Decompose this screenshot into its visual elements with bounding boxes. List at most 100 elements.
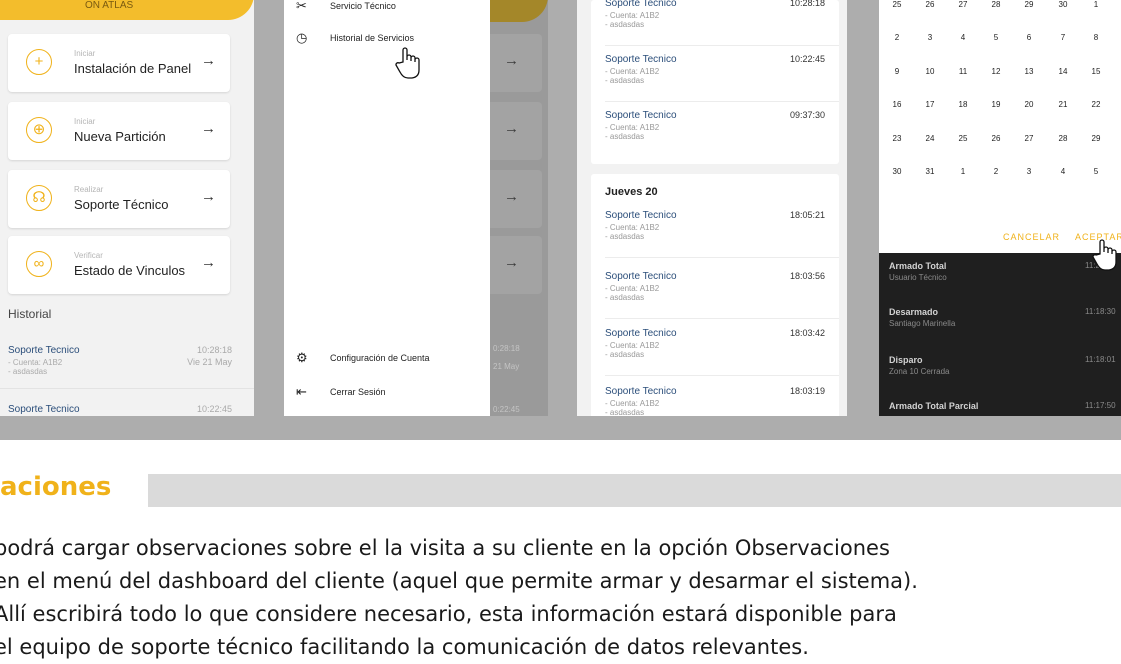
service-details: - Cuenta: A1B2- asdasdas xyxy=(605,11,660,29)
calendar-day[interactable]: 13 xyxy=(1019,67,1039,76)
service-row[interactable]: Soporte Tecnico - Cuenta: A1B2- asdasdas… xyxy=(591,210,839,258)
service-time: 10:28:18 xyxy=(789,0,825,8)
service-title: Soporte Tecnico xyxy=(605,0,677,9)
calendar-day[interactable]: 28 xyxy=(1053,134,1073,143)
service-title: Soporte Tecnico xyxy=(605,54,677,65)
event-row[interactable]: Disparo Zona 10 Cerrada 11:18:01 xyxy=(879,350,1121,390)
tools-icon: ✂ xyxy=(296,0,307,13)
calendar-day[interactable]: 30 xyxy=(1053,0,1073,9)
calendar-day[interactable]: 21 xyxy=(1053,100,1073,109)
calendar-day[interactable]: 17 xyxy=(920,100,940,109)
calendar-day[interactable]: 26 xyxy=(920,0,940,9)
hand-cursor-icon xyxy=(1092,239,1117,271)
calendar-day[interactable]: 26 xyxy=(986,134,1006,143)
calendar-day[interactable]: 15 xyxy=(1086,67,1106,76)
calendar-day[interactable]: 24 xyxy=(920,134,940,143)
calendar-day[interactable]: 14 xyxy=(1053,67,1073,76)
logout-icon: ⇤ xyxy=(296,384,307,399)
service-row[interactable]: Soporte Tecnico - Cuenta: A1B2- asdasdas… xyxy=(591,54,839,102)
calendar-day[interactable]: 19 xyxy=(986,100,1006,109)
calendar-day[interactable]: 27 xyxy=(953,0,973,9)
card-action: Iniciar xyxy=(74,49,96,58)
card-action: Iniciar xyxy=(74,117,96,126)
event-row[interactable]: Armado Total Usuario Técnico 11:20:27 xyxy=(879,256,1121,296)
service-row[interactable]: Soporte Tecnico - Cuenta: A1B2- asdasdas… xyxy=(591,386,839,416)
calendar-day[interactable]: 10 xyxy=(920,67,940,76)
history-row[interactable]: Soporte Tecnico - Cuenta: A1B2- asdasdas… xyxy=(0,339,254,389)
event-row[interactable]: Desarmado Santiago Marinella 11:18:30 xyxy=(879,302,1121,342)
calendar-day[interactable]: 29 xyxy=(1019,0,1039,9)
service-details: - Cuenta: A1B2- asdasdas xyxy=(605,67,660,85)
calendar-day[interactable]: 18 xyxy=(953,100,973,109)
calendar-day[interactable]: 2 xyxy=(887,33,907,42)
dimmed-card: → xyxy=(490,236,542,294)
drawer-item-historial-servicios[interactable]: ◷ Historial de Servicios xyxy=(296,30,414,46)
calendar-day[interactable]: 5 xyxy=(1086,167,1106,176)
calendar-day[interactable]: 25 xyxy=(887,0,907,9)
event-row[interactable]: Armado Total Parcial 11:17:50 xyxy=(879,396,1121,416)
calendar-day[interactable]: 8 xyxy=(1086,33,1106,42)
arrow-right-icon: → xyxy=(201,120,216,137)
calendar-day[interactable]: 28 xyxy=(986,0,1006,9)
service-title: Soporte Tecnico xyxy=(605,328,677,339)
calendar-day[interactable]: 5 xyxy=(986,33,1006,42)
paragraph-line: el equipo de soporte técnico facilitando… xyxy=(0,635,809,659)
service-row[interactable]: Soporte Tecnico - Cuenta: A1B2- asdasdas… xyxy=(591,110,839,154)
calendar-day[interactable]: 3 xyxy=(1019,167,1039,176)
card-estado-vinculos[interactable]: ∞ Verificar Estado de Vinculos → xyxy=(8,236,230,294)
arrow-right-icon: → xyxy=(201,188,216,205)
drawer-item-cerrar-sesion[interactable]: ⇤ Cerrar Sesión xyxy=(296,384,386,400)
service-details: - Cuenta: A1B2- asdasdas xyxy=(605,223,660,241)
calendar-day[interactable]: 4 xyxy=(1053,167,1073,176)
drawer-item-configuracion[interactable]: ⚙ Configuración de Cuenta xyxy=(296,350,430,366)
card-label: Instalación de Panel xyxy=(74,61,192,76)
card-soporte-tecnico[interactable]: ☊ Realizar Soporte Técnico → xyxy=(8,170,230,228)
calendar-day[interactable]: 11 xyxy=(953,67,973,76)
history-row-date: Vie 21 May xyxy=(187,357,232,367)
calendar-day[interactable]: 20 xyxy=(1019,100,1039,109)
card-action: Realizar xyxy=(74,185,104,194)
dimmed-time: 0:22:45 xyxy=(493,405,520,414)
calendar-day[interactable]: 16 xyxy=(887,100,907,109)
calendar-day[interactable]: 6 xyxy=(1019,33,1039,42)
calendar-day[interactable]: 22 xyxy=(1086,100,1106,109)
calendar-day[interactable]: 12 xyxy=(986,67,1006,76)
card-label: Nueva Partición xyxy=(74,129,166,144)
calendar-day[interactable]: 2 xyxy=(986,167,1006,176)
clock-icon: ◷ xyxy=(296,30,308,45)
calendar-day[interactable]: 1 xyxy=(1086,0,1106,9)
calendar-day[interactable]: 4 xyxy=(953,33,973,42)
calendar-day[interactable]: 30 xyxy=(887,167,907,176)
gear-icon: ⚙ xyxy=(296,350,308,365)
arrow-right-icon: → xyxy=(201,254,216,271)
calendar-day[interactable]: 7 xyxy=(1053,33,1073,42)
service-title: Soporte Tecnico xyxy=(605,210,677,221)
card-instalacion-panel[interactable]: + Iniciar Instalación de Panel → xyxy=(8,34,230,92)
drawer-item-servicio-tecnico[interactable]: ✂ Servicio Técnico xyxy=(296,0,396,14)
calendar-day[interactable]: 1 xyxy=(953,167,973,176)
calendar-day[interactable]: 31 xyxy=(920,167,940,176)
service-row[interactable]: Soporte Tecnico - Cuenta: A1B2- asdasdas… xyxy=(591,271,839,319)
calendar-day[interactable]: 9 xyxy=(887,67,907,76)
section-paragraph: podrá cargar observaciones sobre el la v… xyxy=(0,532,1121,664)
link-icon: ∞ xyxy=(26,251,52,277)
support-icon: ☊ xyxy=(26,185,52,211)
navigation-drawer: ✂ Servicio Técnico ◷ Historial de Servicio… xyxy=(284,0,490,416)
calendar-day[interactable]: 25 xyxy=(953,134,973,143)
section-title: aciones xyxy=(0,472,112,502)
card-nueva-particion[interactable]: ⊕ Iniciar Nueva Partición → xyxy=(8,102,230,160)
calendar-day[interactable]: 27 xyxy=(1019,134,1039,143)
row-divider xyxy=(605,257,839,258)
paragraph-line: podrá cargar observaciones sobre el la v… xyxy=(0,536,890,560)
cancel-button[interactable]: CANCELAR xyxy=(1003,232,1060,242)
calendar-day[interactable]: 29 xyxy=(1086,134,1106,143)
day-header: Jueves 20 xyxy=(605,186,658,198)
calendar-day[interactable]: 3 xyxy=(920,33,940,42)
dimmed-card: → xyxy=(490,170,542,228)
service-row[interactable]: Soporte Tecnico - Cuenta: A1B2- asdasdas… xyxy=(591,0,839,46)
service-time: 18:03:56 xyxy=(789,271,825,281)
calendar-day[interactable]: 23 xyxy=(887,134,907,143)
service-row[interactable]: Soporte Tecnico - Cuenta: A1B2- asdasdas… xyxy=(591,328,839,376)
history-row[interactable]: Soporte Tecnico 10:22:45 xyxy=(0,394,254,416)
event-title: Armado Total Parcial xyxy=(889,401,979,411)
